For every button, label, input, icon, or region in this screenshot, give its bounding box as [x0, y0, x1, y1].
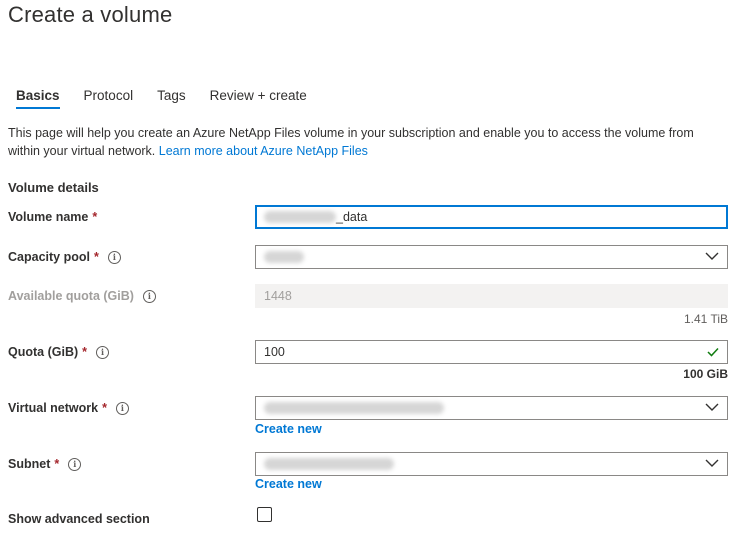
learn-more-link[interactable]: Learn more about Azure NetApp Files: [159, 144, 368, 158]
chevron-down-icon: [705, 459, 719, 467]
redacted-text: [264, 251, 304, 263]
required-marker: *: [93, 250, 99, 264]
capacity-pool-label: Capacity pool * i: [8, 250, 121, 264]
available-quota-value: 1448: [264, 289, 292, 303]
section-heading: Volume details: [8, 180, 99, 195]
required-marker: *: [82, 345, 88, 359]
available-quota-field: 1448: [255, 284, 728, 308]
tab-protocol[interactable]: Protocol: [76, 86, 142, 109]
redacted-text: [264, 402, 444, 414]
volume-name-label: Volume name *: [8, 210, 97, 224]
quota-label: Quota (GiB) * i: [8, 345, 110, 359]
info-icon[interactable]: i: [96, 345, 110, 359]
quota-input[interactable]: 100: [255, 340, 728, 364]
tab-review-create[interactable]: Review + create: [202, 86, 315, 109]
subnet-label: Subnet * i: [8, 457, 82, 471]
available-quota-label: Available quota (GiB) i: [8, 289, 156, 303]
required-marker: *: [102, 401, 107, 415]
volume-name-input[interactable]: _data: [255, 205, 728, 229]
subnet-label-text: Subnet: [8, 457, 51, 471]
page-title: Create a volume: [8, 2, 173, 27]
available-quota-label-text: Available quota (GiB): [8, 289, 134, 303]
info-icon[interactable]: i: [68, 457, 82, 471]
virtual-network-label-text: Virtual network: [8, 401, 99, 415]
volume-name-value-suffix: _data: [336, 210, 368, 224]
quota-label-text: Quota (GiB): [8, 345, 79, 359]
virtual-network-dropdown[interactable]: [255, 396, 728, 420]
create-new-subnet-link[interactable]: Create new: [255, 477, 322, 491]
info-icon[interactable]: i: [142, 289, 156, 303]
quota-converted: 100 GiB: [683, 367, 728, 381]
tab-tags[interactable]: Tags: [149, 86, 194, 109]
available-quota-converted: 1.41 TiB: [683, 312, 728, 326]
chevron-down-icon: [705, 403, 719, 411]
create-new-vnet-link[interactable]: Create new: [255, 422, 322, 436]
show-advanced-checkbox[interactable]: [257, 507, 272, 522]
quota-value: 100: [264, 345, 285, 359]
checkmark-icon: [707, 347, 719, 357]
chevron-down-icon: [705, 252, 719, 260]
tab-basics[interactable]: Basics: [8, 86, 68, 109]
capacity-pool-label-text: Capacity pool: [8, 250, 90, 264]
virtual-network-label: Virtual network * i: [8, 401, 129, 415]
tab-bar: Basics Protocol Tags Review + create: [8, 86, 323, 109]
intro-text-block: This page will help you create an Azure …: [8, 124, 728, 160]
show-advanced-label: Show advanced section: [8, 512, 150, 526]
required-marker: *: [54, 457, 60, 471]
info-icon[interactable]: i: [107, 250, 121, 264]
required-marker: *: [92, 210, 98, 224]
volume-name-label-text: Volume name: [8, 210, 89, 224]
subnet-dropdown[interactable]: [255, 452, 728, 476]
info-icon[interactable]: i: [115, 401, 129, 415]
capacity-pool-dropdown[interactable]: [255, 245, 728, 269]
redacted-text: [264, 458, 394, 470]
redacted-text: [264, 211, 336, 223]
